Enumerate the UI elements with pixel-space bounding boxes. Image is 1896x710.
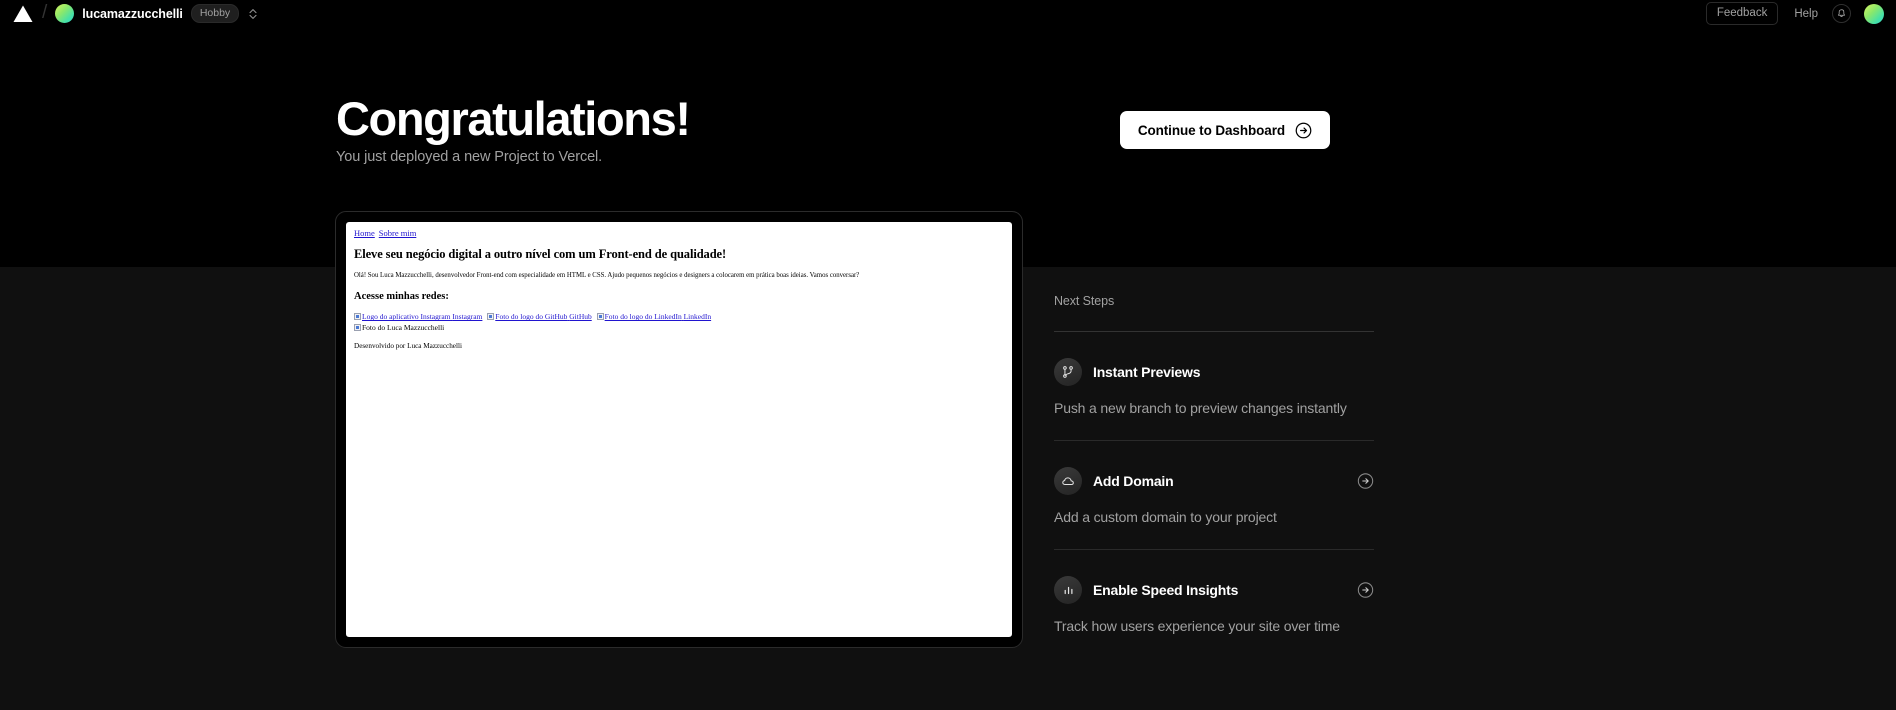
lower-panel: Home Sobre mim Eleve seu negócio digital … xyxy=(0,211,1896,710)
help-link[interactable]: Help xyxy=(1794,8,1818,20)
next-step-title: Instant Previews xyxy=(1093,364,1201,380)
preview-site-heading: Eleve seu negócio digital a outro nível … xyxy=(354,247,727,261)
header-left-group: / lucamazzucchelli Hobby xyxy=(8,1,259,27)
preview-social-alt-instagram: Logo do aplicativo Instagram xyxy=(362,312,451,322)
page-subtitle: You just deployed a new Project to Verce… xyxy=(336,149,603,165)
breadcrumb-separator: / xyxy=(42,2,48,23)
preview-social-label-instagram: Instagram xyxy=(452,312,483,322)
preview-nav-link-home[interactable]: Home xyxy=(354,228,375,238)
next-step-item-add-domain[interactable]: Add Domain Add a custom domain to your p… xyxy=(1054,441,1374,550)
team-avatar xyxy=(55,4,75,23)
broken-image-icon xyxy=(487,313,495,321)
team-name-label[interactable]: lucamazzucchelli xyxy=(82,7,183,21)
preview-social-label-linkedin: LinkedIn xyxy=(683,312,712,322)
next-step-description: Add a custom domain to your project xyxy=(1054,509,1277,525)
next-step-title: Enable Speed Insights xyxy=(1093,582,1239,598)
next-step-item-instant-previews: Instant Previews Push a new branch to pr… xyxy=(1054,332,1374,441)
preview-site-footer: Desenvolvido por Luca Mazzucchelli xyxy=(354,341,462,350)
broken-image-icon xyxy=(596,313,604,321)
plan-badge: Hobby xyxy=(190,3,240,24)
preview-site-content: Home Sobre mim Eleve seu negócio digital … xyxy=(346,222,1012,350)
next-step-title: Add Domain xyxy=(1093,473,1174,489)
next-steps-heading: Next Steps xyxy=(1054,294,1115,308)
header-right-group: Feedback Help xyxy=(1705,1,1884,26)
deployment-preview-card[interactable]: Home Sobre mim Eleve seu negócio digital … xyxy=(335,211,1023,648)
preview-social-alt-github: Foto do logo do GitHub xyxy=(495,312,568,322)
preview-social-label-github: GitHub xyxy=(569,312,592,322)
preview-broken-photo-alt: Foto do Luca Mazzucchelli xyxy=(362,323,445,333)
top-navigation-bar: / lucamazzucchelli Hobby Feedback Help xyxy=(0,0,1896,27)
preview-social-link-linkedin[interactable]: Foto do logo do LinkedIn LinkedIn xyxy=(596,312,712,322)
arrow-right-circle-icon[interactable] xyxy=(1357,582,1374,599)
next-step-item-speed-insights[interactable]: Enable Speed Insights Track how users ex… xyxy=(1054,550,1374,634)
page-title: Congratulations! xyxy=(336,92,691,145)
preview-nav-link-sobre-mim[interactable]: Sobre mim xyxy=(379,228,417,238)
bell-icon[interactable] xyxy=(1832,4,1851,23)
feedback-button[interactable]: Feedback xyxy=(1705,1,1779,26)
globe-cloud-icon xyxy=(1054,467,1082,495)
vercel-triangle-icon[interactable] xyxy=(10,1,36,27)
preview-social-links: Logo do aplicativo Instagram Instagram F… xyxy=(354,311,1004,334)
chevron-up-down-icon[interactable] xyxy=(247,6,259,22)
next-step-row: Enable Speed Insights xyxy=(1054,576,1374,604)
preview-social-link-instagram[interactable]: Logo do aplicativo Instagram Instagram xyxy=(354,312,482,321)
preview-site-nav: Home Sobre mim xyxy=(354,228,1004,238)
next-steps-section: Next Steps Instant Previews Push a new b… xyxy=(1054,294,1374,634)
next-step-row: Add Domain xyxy=(1054,467,1374,495)
broken-image-icon xyxy=(354,313,361,321)
next-step-row: Instant Previews xyxy=(1054,358,1374,386)
broken-image-icon xyxy=(354,324,361,332)
git-branch-icon xyxy=(1054,358,1082,386)
next-step-description: Push a new branch to preview changes ins… xyxy=(1054,400,1347,416)
preview-social-link-github[interactable]: Foto do logo do GitHub GitHub xyxy=(487,312,592,322)
deployment-preview-iframe[interactable]: Home Sobre mim Eleve seu negócio digital … xyxy=(346,222,1012,637)
preview-social-alt-linkedin: Foto do logo do LinkedIn xyxy=(604,312,682,322)
preview-site-subheading: Acesse minhas redes: xyxy=(354,291,449,303)
bar-chart-icon xyxy=(1054,576,1082,604)
preview-broken-photo: Foto do Luca Mazzucchelli xyxy=(354,323,444,332)
arrow-right-circle-icon xyxy=(1295,122,1312,139)
user-avatar[interactable] xyxy=(1864,3,1884,24)
continue-to-dashboard-label: Continue to Dashboard xyxy=(1137,122,1285,138)
next-step-description: Track how users experience your site ove… xyxy=(1054,618,1340,634)
arrow-right-circle-icon[interactable] xyxy=(1357,473,1374,490)
preview-site-paragraph: Olá! Sou Luca Mazzucchelli, desenvolvedo… xyxy=(354,272,860,279)
continue-to-dashboard-button[interactable]: Continue to Dashboard xyxy=(1119,111,1330,149)
